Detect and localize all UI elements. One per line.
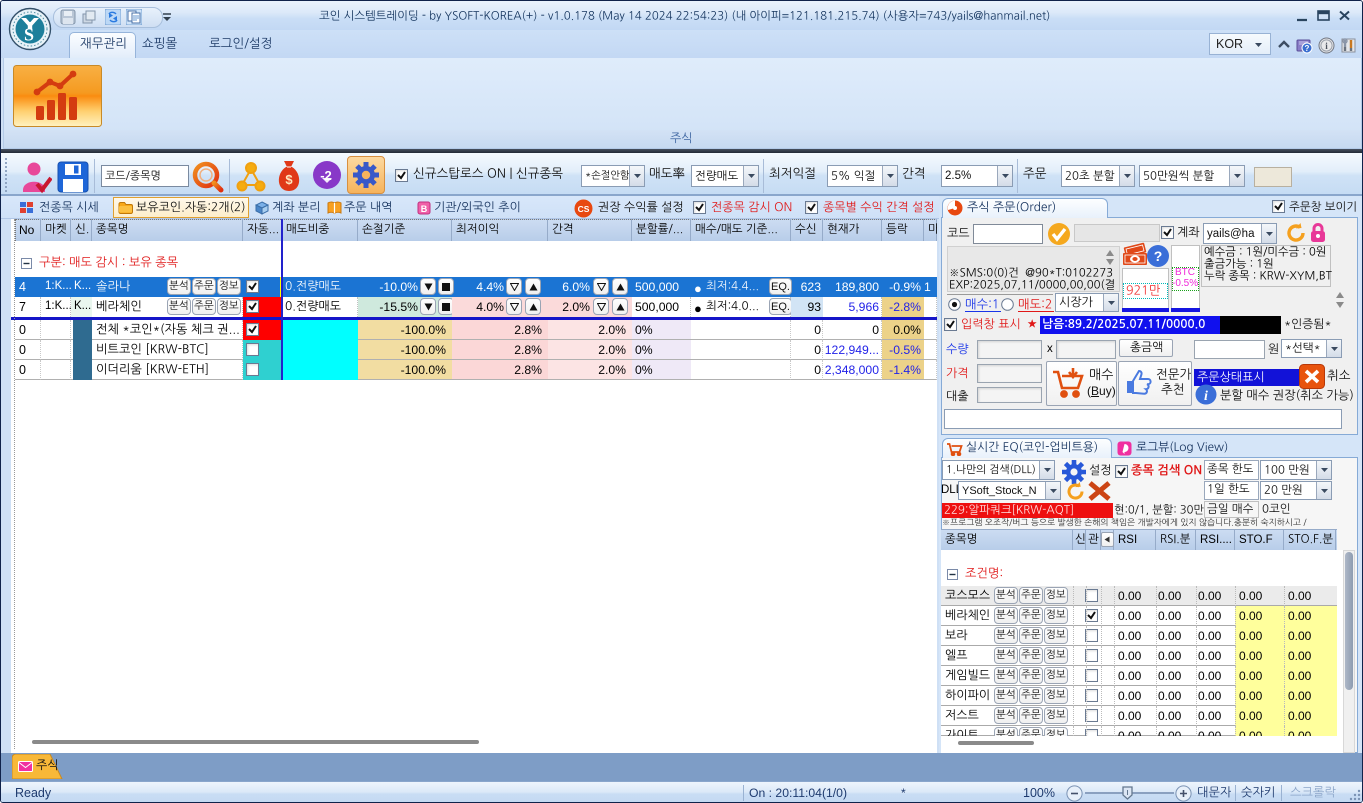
svg-text:S: S [24, 25, 34, 45]
svg-text:CS: CS [578, 204, 590, 214]
svg-text:$: $ [285, 172, 293, 187]
svg-text:B: B [421, 204, 428, 214]
svg-text:i: i [1204, 389, 1208, 404]
svg-text:?: ? [1154, 248, 1163, 264]
svg-text:?: ? [1305, 44, 1310, 53]
